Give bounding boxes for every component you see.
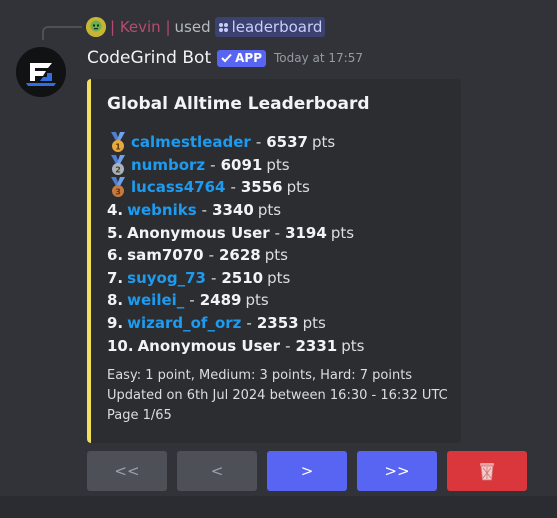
- username-link[interactable]: lucass4764: [131, 178, 225, 196]
- leaderboard-row: 6. sam7070-2628 pts: [107, 244, 457, 267]
- message-header: CodeGrind Bot APP Today at 17:57: [87, 47, 363, 69]
- leaderboard-row: 8. weilei_ -2489 pts: [107, 289, 457, 312]
- svg-text:1: 1: [115, 143, 121, 152]
- separator-dash: -: [210, 268, 217, 287]
- rank-number: 10.: [107, 336, 134, 355]
- score-value: 2331: [295, 336, 338, 355]
- separator-dash: -: [189, 291, 195, 310]
- leaderboard-row: 10. Anonymous User -2331 pts: [107, 334, 457, 357]
- score-value: 2353: [256, 314, 299, 333]
- score-value: 2489: [199, 291, 242, 310]
- username-text: sam7070: [127, 246, 204, 265]
- score-value: 2510: [221, 268, 264, 287]
- score-unit: pts: [245, 291, 269, 310]
- codegrind-logo-icon: [16, 47, 66, 97]
- svg-text:3: 3: [115, 188, 121, 197]
- silver-medal-icon: 2: [111, 154, 125, 175]
- embed-footer: Easy: 1 point, Medium: 3 points, Hard: 7…: [107, 366, 448, 426]
- username-link[interactable]: suyog_73: [127, 269, 206, 287]
- bronze-medal-icon: 3: [111, 177, 125, 198]
- rank-number: 5.: [107, 223, 124, 242]
- rank-number: 6.: [107, 246, 124, 265]
- score-unit: pts: [264, 246, 288, 265]
- score-unit: pts: [266, 155, 290, 174]
- leaderboard-row: 4. webniks -3340 pts: [107, 199, 457, 222]
- message-area-bottom: [0, 496, 557, 518]
- separator-dash: -: [246, 314, 252, 333]
- footer-line: Updated on 6th Jul 2024 between 16:30 - …: [107, 388, 448, 403]
- delete-button[interactable]: [447, 451, 527, 491]
- leaderboard-list: 1 calmestleader -6537 pts 2 numborz -6091 pts 3 l…: [107, 131, 457, 357]
- leaderboard-embed: Global Alltime Leaderboard 1 calmestleade…: [87, 79, 461, 443]
- score-value: 3194: [285, 223, 327, 242]
- username-link[interactable]: weilei_: [127, 291, 184, 309]
- score-unit: pts: [311, 133, 336, 152]
- leaderboard-row: 1 calmestleader -6537 pts: [107, 131, 457, 154]
- slash-command-icon: [218, 22, 228, 32]
- score-value: 6537: [266, 133, 308, 152]
- score-unit: pts: [286, 178, 310, 197]
- username-link[interactable]: numborz: [131, 156, 205, 174]
- user-mini-avatar[interactable]: [86, 17, 106, 37]
- rank-number: 4.: [107, 201, 124, 220]
- checkmark-icon: [221, 53, 232, 63]
- leaderboard-row: 2 numborz -6091 pts: [107, 154, 457, 177]
- username-text: Anonymous User: [127, 223, 270, 242]
- rank-number: 9.: [107, 314, 124, 333]
- leaderboard-row: 5. Anonymous User -3194 pts: [107, 221, 457, 244]
- rank-number: 7.: [107, 268, 124, 287]
- gold-medal-icon: 1: [111, 132, 125, 153]
- next-page-button[interactable]: >: [267, 451, 347, 491]
- command-invocation-line: | Kevin | used leaderboard: [86, 16, 326, 38]
- first-page-button[interactable]: <<: [87, 451, 167, 491]
- embed-title: Global Alltime Leaderboard: [107, 94, 370, 114]
- leaderboard-row: 7. suyog_73-2510 pts: [107, 267, 457, 290]
- wastebasket-icon: [480, 463, 494, 481]
- app-badge-label: APP: [235, 51, 262, 65]
- separator-dash: -: [285, 336, 291, 355]
- leaderboard-row: 9. wizard_of_orz -2353 pts: [107, 312, 457, 335]
- username-link[interactable]: wizard_of_orz: [127, 314, 241, 332]
- score-value: 2628: [219, 246, 261, 265]
- username-text: Anonymous User: [137, 336, 281, 355]
- leaderboard-row: 3 lucass4764-3556 pts: [107, 176, 457, 199]
- separator-dash: -: [255, 133, 262, 152]
- svg-text:2: 2: [115, 165, 121, 174]
- score-value: 3340: [212, 201, 254, 220]
- app-badge: APP: [217, 49, 266, 67]
- command-user-name[interactable]: | Kevin |: [110, 18, 171, 36]
- username-link[interactable]: calmestleader: [131, 133, 251, 151]
- command-name: leaderboard: [231, 18, 323, 36]
- score-unit: pts: [302, 314, 326, 333]
- command-chip[interactable]: leaderboard: [214, 17, 326, 37]
- bot-avatar[interactable]: [16, 47, 66, 97]
- score-unit: pts: [267, 268, 291, 287]
- command-used-label: used: [174, 18, 211, 36]
- previous-page-button[interactable]: <: [177, 451, 257, 491]
- separator-dash: -: [208, 246, 214, 265]
- last-page-button[interactable]: >>: [357, 451, 437, 491]
- rank-number: 8.: [107, 291, 124, 310]
- score-unit: pts: [341, 336, 365, 355]
- score-unit: pts: [257, 201, 282, 220]
- separator-dash: -: [230, 178, 236, 197]
- message-timestamp[interactable]: Today at 17:57: [274, 51, 363, 65]
- username-link[interactable]: webniks: [127, 201, 197, 219]
- separator-dash: -: [274, 223, 281, 242]
- reply-spine: [42, 26, 82, 40]
- bot-name[interactable]: CodeGrind Bot: [87, 48, 211, 68]
- separator-dash: -: [201, 201, 208, 220]
- separator-dash: -: [210, 155, 216, 174]
- score-value: 3556: [240, 178, 283, 197]
- score-unit: pts: [330, 223, 355, 242]
- pagination-buttons: << < > >>: [87, 451, 527, 491]
- zombie-avatar-icon: [86, 17, 106, 37]
- score-value: 6091: [220, 155, 263, 174]
- footer-line: Page 1/65: [107, 408, 172, 423]
- footer-line: Easy: 1 point, Medium: 3 points, Hard: 7…: [107, 368, 413, 383]
